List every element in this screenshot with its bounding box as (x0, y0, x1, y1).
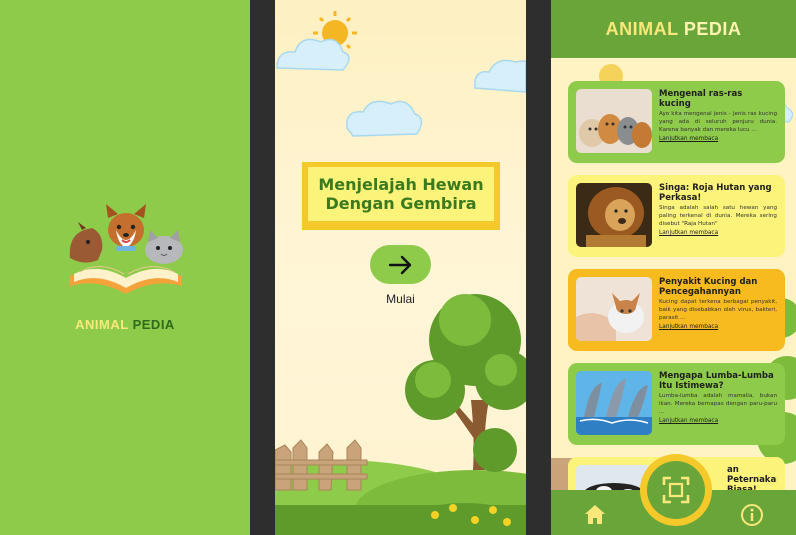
read-more-link[interactable]: Lanjutkan membaca (659, 324, 777, 330)
arrow-right-icon (388, 255, 411, 274)
app-name: ANIMAL PEDIA (0, 317, 250, 332)
article-title: Mengapa Lumba-Lumba Itu Istimewa? (659, 371, 774, 391)
read-more-link[interactable]: Lanjutkan membaca (659, 136, 777, 142)
cats-thumbnail (576, 89, 652, 153)
article-card[interactable]: Mengenal ras-ras kucing Ayo kita mengena… (568, 81, 785, 163)
article-list-screen: ANIMAL PEDIA Mengenal ras-ras kucing Ayo… (551, 0, 796, 535)
welcome-title-line1: Menjelajah Hewan (318, 175, 484, 194)
article-card[interactable]: Penyakit Kucing dan Pencegahannyan Kucin… (568, 269, 785, 351)
scan-button-inner (647, 461, 705, 519)
app-bar: ANIMAL PEDIA (551, 0, 796, 58)
app-bar-title-part2: PEDIA (683, 18, 742, 39)
dolphins-thumbnail (576, 371, 652, 435)
welcome-title-line2: Dengan Gembira (325, 194, 477, 213)
home-icon[interactable] (583, 503, 607, 525)
info-icon[interactable] (740, 503, 764, 527)
article-card-body: Singa: Roja Hutan yang Perkasa! Singa ad… (659, 183, 777, 249)
article-title: Penyakit Kucing dan Pencegahannyan (659, 277, 758, 297)
app-bar-title: ANIMAL PEDIA (606, 19, 742, 40)
article-title: Singa: Roja Hutan yang Perkasa! (659, 183, 772, 203)
start-button[interactable] (370, 245, 431, 284)
article-excerpt: Singa adalah salah satu hewan yang palin… (659, 205, 777, 227)
article-excerpt: Kucing dapat terkena berbagai penyakit, … (659, 299, 777, 321)
article-card-body: Mengapa Lumba-Lumba Itu Istimewa? Lumba-… (659, 371, 777, 437)
scan-button[interactable] (640, 454, 712, 526)
lion-thumbnail (576, 183, 652, 247)
app-name-part2: PEDIA (132, 317, 175, 332)
article-excerpt: Ayo kita mengenal jenis - jenis ras kuci… (659, 111, 777, 133)
article-card-body: Penyakit Kucing dan Pencegahannyan Kucin… (659, 277, 777, 343)
splash-screen: ANIMAL PEDIA (0, 0, 250, 535)
welcome-banner-inner: Menjelajah Hewan Dengan Gembira (308, 167, 494, 221)
app-name-part1: ANIMAL (75, 317, 129, 332)
read-more-link[interactable]: Lanjutkan membaca (659, 230, 777, 236)
welcome-screen: Menjelajah Hewan Dengan Gembira Mulai (275, 0, 526, 535)
welcome-title: Menjelajah Hewan Dengan Gembira (318, 175, 483, 213)
start-label: Mulai (386, 292, 415, 306)
article-card[interactable]: Singa: Roja Hutan yang Perkasa! Singa ad… (568, 175, 785, 257)
article-card[interactable]: Mengapa Lumba-Lumba Itu Istimewa? Lumba-… (568, 363, 785, 445)
app-bar-title-part1: ANIMAL (605, 18, 679, 39)
read-more-link[interactable]: Lanjutkan membaca (659, 418, 777, 424)
welcome-banner: Menjelajah Hewan Dengan Gembira (302, 162, 500, 230)
scan-icon (662, 476, 690, 504)
article-card-body: Mengenal ras-ras kucing Ayo kita mengena… (659, 89, 777, 155)
article-excerpt: Lumba-lumba adalah mamalia, bukan ikan. … (659, 393, 777, 415)
animal-book-logo (69, 204, 183, 294)
article-title: Mengenal ras-ras kucing (659, 89, 743, 109)
cat-care-thumbnail (576, 277, 652, 341)
